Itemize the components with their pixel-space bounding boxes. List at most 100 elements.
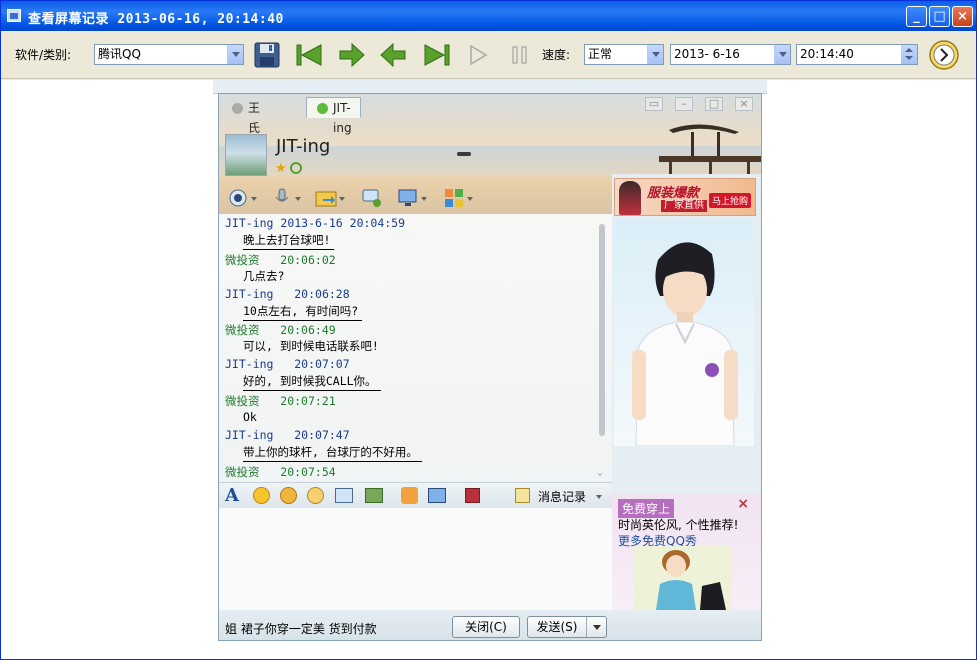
emoji-icon[interactable]	[253, 487, 270, 504]
history-icon[interactable]	[515, 488, 530, 503]
send-options-button[interactable]	[586, 617, 606, 637]
play-button[interactable]	[463, 40, 493, 70]
send-file-icon[interactable]	[315, 188, 345, 208]
banner-subtitle: 厂家直供	[661, 200, 707, 212]
tab-jit-ing[interactable]: JIT-ing	[306, 97, 361, 135]
speed-select[interactable]: 正常	[584, 44, 664, 65]
video-call-icon[interactable]	[227, 188, 257, 208]
message-text: 可以, 到时候电话联系吧!	[243, 339, 379, 353]
arrow-left-icon	[380, 42, 406, 68]
monitor-icon	[398, 189, 417, 206]
save-button[interactable]	[252, 40, 282, 70]
qq-show-avatar[interactable]	[614, 220, 754, 447]
image-icon[interactable]	[365, 488, 383, 503]
goto-time-button[interactable]	[927, 38, 961, 72]
message-history: JIT-ing 2013-6-16 20:04:59 晚上去打台球吧! 微投资 …	[219, 214, 612, 482]
pause-icon	[512, 46, 527, 64]
magic-emoji-icon[interactable]	[280, 487, 297, 504]
screenshot-icon[interactable]	[335, 488, 353, 503]
message-input[interactable]	[219, 508, 612, 610]
pause-button[interactable]	[505, 40, 535, 70]
screen-share-icon[interactable]	[428, 488, 446, 503]
message-header: JIT-ing 20:07:47	[225, 428, 350, 442]
message-header: 微投资 20:07:21	[225, 394, 336, 408]
spin-down-icon	[905, 56, 913, 60]
chat-close-icon[interactable]: ×	[735, 97, 753, 111]
app-window: 查看屏幕记录 2013-06-16, 20:14:40 _ □ × 软件/类别:…	[0, 0, 977, 660]
qq-chat-window: 王氏门徒 JIT-ing ▭ – □ × JIT-ing ★	[218, 93, 762, 641]
remote-assist-icon[interactable]	[397, 188, 427, 208]
online-status-icon	[317, 103, 328, 114]
message-header: JIT-ing 2013-6-16 20:04:59	[225, 216, 406, 230]
scroll-down-icon[interactable]: ⌄	[597, 467, 609, 478]
gift-icon[interactable]	[465, 488, 480, 503]
close-button[interactable]: ×	[952, 6, 973, 27]
avatar[interactable]	[225, 134, 267, 176]
star-icon: ★	[275, 161, 287, 176]
time-spinner[interactable]: 20:14:40	[796, 44, 918, 65]
chat-scrollbar[interactable]	[599, 224, 605, 436]
date-picker-value: 2013- 6-16	[674, 47, 740, 61]
software-select-value: 腾讯QQ	[98, 47, 141, 61]
voice-call-icon[interactable]	[271, 188, 301, 208]
chevron-down-icon	[227, 45, 243, 64]
chat-footer: 姐 裙子你穿一定美 货到付款 关闭(C) 发送(S)	[219, 610, 761, 640]
group-chat-icon[interactable]	[361, 188, 383, 208]
boat-icon	[457, 152, 471, 156]
banner-cta: 马上抢购	[708, 193, 751, 208]
back-button[interactable]	[378, 40, 408, 70]
music-icon[interactable]	[401, 487, 418, 504]
maximize-button[interactable]: □	[929, 6, 950, 27]
chat-minimize-icon[interactable]: –	[675, 97, 693, 111]
message-text: 晚上去打台球吧!	[243, 232, 335, 250]
apps-icon[interactable]	[443, 188, 473, 208]
spin-arrows-icon[interactable]	[901, 45, 917, 64]
clock-icon	[929, 40, 959, 70]
chat-restore-icon[interactable]: ▭	[645, 97, 663, 111]
forward-button[interactable]	[337, 40, 367, 70]
message-header: 微投资 20:06:49	[225, 323, 336, 337]
contact-nickname: JIT-ing	[276, 136, 331, 157]
model-figure-icon	[619, 181, 641, 215]
app-icon	[7, 9, 21, 22]
message-header: 微投资 20:06:02	[225, 253, 336, 267]
message-header: 微投资 20:07:54	[225, 465, 336, 479]
input-toolbar: A 消息记录	[219, 482, 612, 508]
message-text: 好的, 到时候我CALL你。	[243, 373, 381, 391]
arrow-right-icon	[339, 42, 365, 68]
speed-label: 速度:	[542, 48, 571, 62]
close-chat-button[interactable]: 关闭(C)	[452, 616, 520, 638]
minimize-button[interactable]: _	[906, 6, 927, 27]
last-frame-button[interactable]	[422, 40, 452, 70]
footer-ad-text[interactable]: 姐 裙子你穿一定美 货到付款	[225, 620, 377, 637]
title-bar: 查看屏幕记录 2013-06-16, 20:14:40 _ □ ×	[1, 1, 976, 31]
chevron-down-icon	[774, 45, 790, 64]
software-select[interactable]: 腾讯QQ	[94, 44, 244, 65]
playback-toolbar: 软件/类别: 腾讯QQ 速度: 正常 2013- 6-16 20:14:40	[1, 31, 976, 79]
message-text: 带上你的球杆, 台球厅的不好用。	[243, 444, 422, 462]
send-button-label: 发送(S)	[536, 620, 578, 634]
tab-wang-shi-men-tu[interactable]: 王氏门徒	[221, 97, 269, 175]
shake-icon[interactable]	[307, 487, 324, 504]
message-header: JIT-ing 20:06:28	[225, 287, 350, 301]
avatar-figure-icon	[632, 242, 738, 447]
chevron-down-icon[interactable]	[596, 495, 602, 499]
software-label: 软件/类别:	[15, 48, 72, 62]
date-picker[interactable]: 2013- 6-16	[670, 44, 791, 65]
offline-status-icon	[232, 103, 243, 114]
send-button[interactable]: 发送(S)	[527, 616, 607, 638]
outfit-preview-icon	[634, 546, 732, 610]
grid-icon	[445, 189, 463, 207]
chevron-down-icon	[647, 45, 663, 64]
folder-icon	[315, 191, 337, 207]
first-frame-button[interactable]	[294, 40, 324, 70]
close-icon[interactable]: ×	[737, 496, 749, 512]
message-text: 10点左右, 有时间吗?	[243, 303, 363, 321]
message-text: 几点去?	[243, 269, 285, 283]
message-log-button[interactable]: 消息记录	[538, 488, 586, 505]
ad-banner[interactable]: 服装爆款 厂家直供 马上抢购	[614, 178, 756, 216]
chat-maximize-icon[interactable]: □	[705, 97, 723, 111]
search-icon[interactable]	[290, 162, 302, 174]
font-icon[interactable]: A	[225, 485, 239, 506]
message-header: JIT-ing 20:07:07	[225, 357, 350, 371]
